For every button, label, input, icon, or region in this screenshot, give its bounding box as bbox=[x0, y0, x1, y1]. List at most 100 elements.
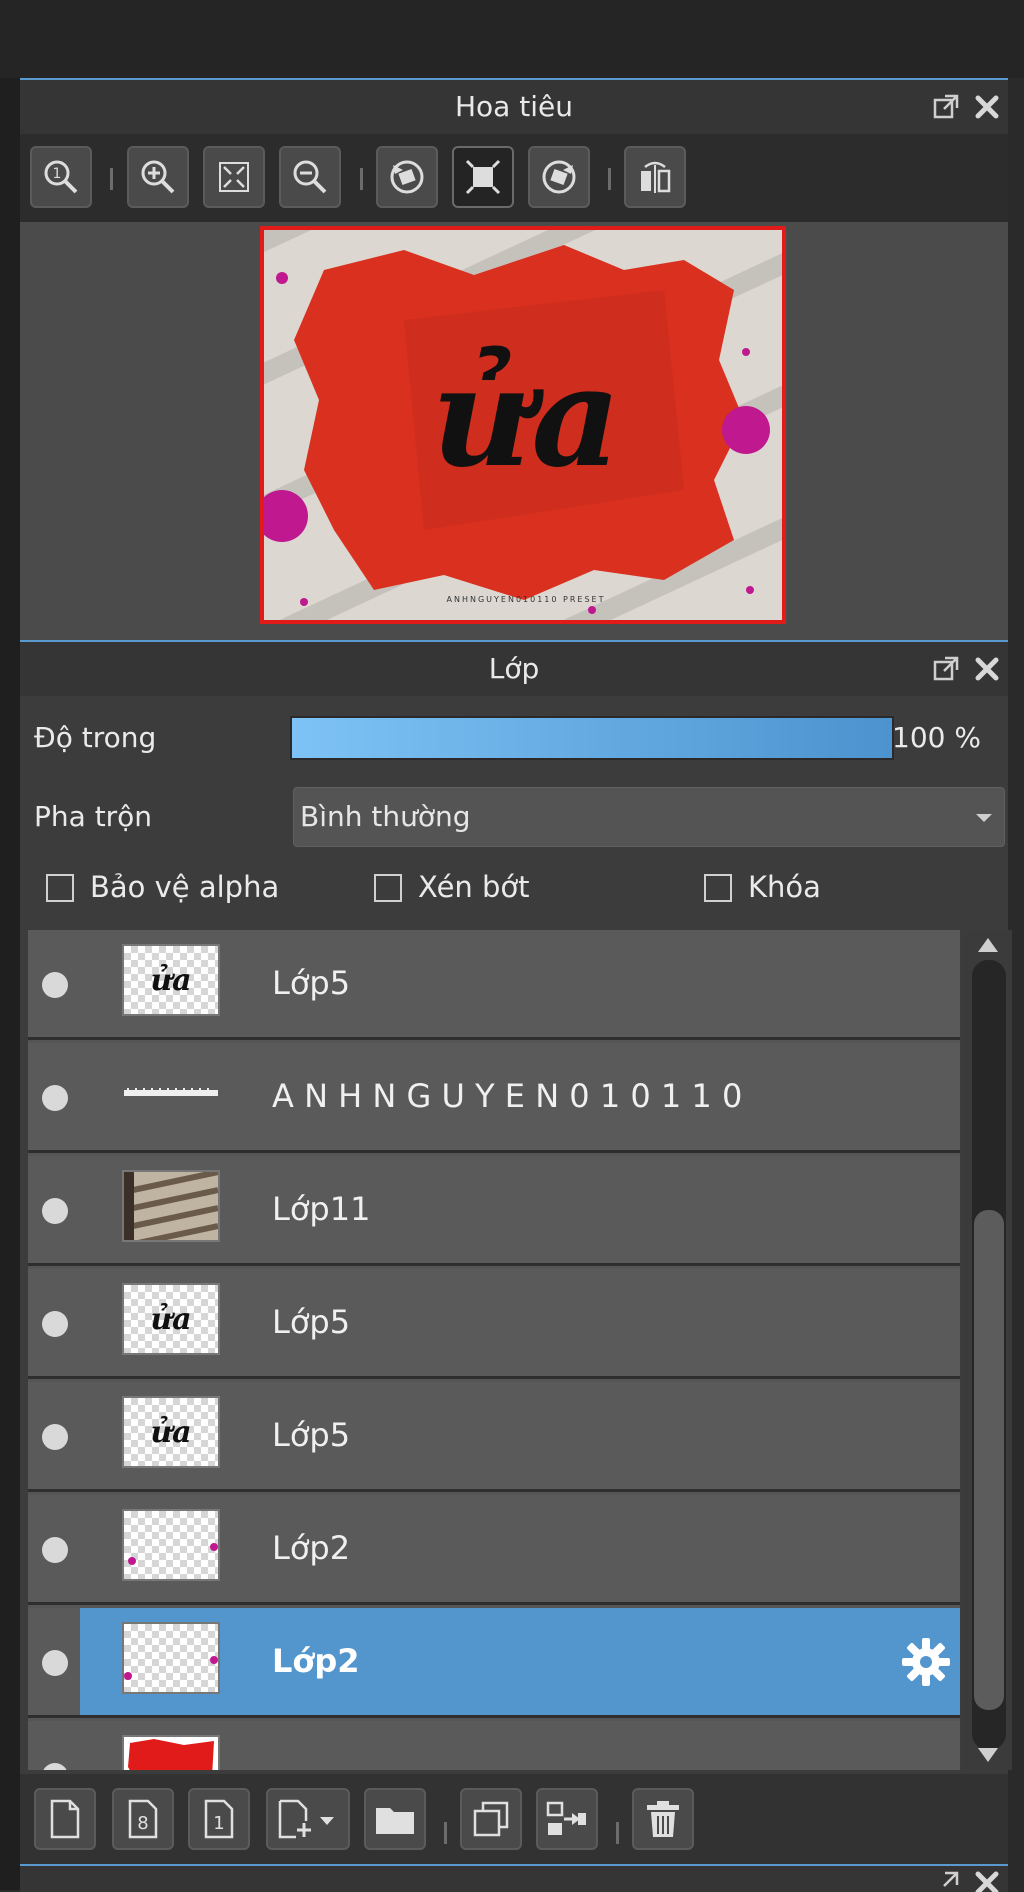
canvas-preview[interactable]: ửa ANHNGUYEN010110 PRESET bbox=[260, 226, 786, 624]
navigator-title-bar: Hoa tiêu bbox=[20, 80, 1008, 134]
close-icon[interactable] bbox=[974, 94, 1000, 120]
layer-row[interactable]: ửa Lớp5 bbox=[28, 1269, 960, 1379]
svg-text:ửa: ửa bbox=[150, 1415, 191, 1450]
layer-name: Lớp2 bbox=[272, 1642, 360, 1680]
new-layer-button[interactable] bbox=[34, 1788, 96, 1850]
gear-icon[interactable] bbox=[900, 1636, 952, 1688]
visibility-toggle[interactable] bbox=[42, 1311, 68, 1337]
layer-thumbnail bbox=[122, 1509, 220, 1581]
visibility-toggle[interactable] bbox=[42, 1424, 68, 1450]
delete-layer-button[interactable] bbox=[632, 1788, 694, 1850]
opacity-value: 100 % bbox=[892, 721, 981, 754]
visibility-toggle[interactable] bbox=[42, 1763, 68, 1770]
zoom-out-icon bbox=[293, 160, 327, 194]
visibility-toggle[interactable] bbox=[42, 1537, 68, 1563]
clip-checkbox[interactable] bbox=[374, 874, 402, 902]
svg-text:ửa: ửa bbox=[150, 963, 191, 998]
new-1bit-layer-button[interactable]: 1 bbox=[188, 1788, 250, 1850]
duplicate-icon bbox=[473, 1801, 509, 1837]
add-layer-dropdown-button[interactable] bbox=[266, 1788, 350, 1850]
layer-row[interactable]: ửa Lớp5 bbox=[28, 1382, 960, 1492]
layer-row[interactable] bbox=[28, 1721, 960, 1770]
blend-mode-select[interactable]: Bình thường bbox=[293, 787, 1005, 847]
fit-window-button[interactable] bbox=[452, 146, 514, 208]
layer-row-selected[interactable]: Lớp2 bbox=[28, 1608, 960, 1718]
layer-row[interactable]: ửa Lớp5 bbox=[28, 930, 960, 1040]
scroll-up-icon[interactable] bbox=[976, 936, 1000, 954]
layer-list: ửa Lớp5 A N H N G U Y E N 0 1 0 1 1 0 Lớ… bbox=[28, 930, 960, 1770]
navigator-preview-area: ửa ANHNGUYEN010110 PRESET bbox=[20, 222, 1008, 710]
duplicate-layer-button[interactable] bbox=[460, 1788, 522, 1850]
svg-text:ửa: ửa bbox=[150, 1302, 191, 1337]
popout-icon[interactable] bbox=[932, 93, 960, 121]
clip-label: Xén bớt bbox=[418, 870, 530, 904]
popout-icon[interactable] bbox=[932, 1870, 960, 1892]
layer-name: Lớp5 bbox=[272, 964, 351, 1002]
close-icon[interactable] bbox=[974, 656, 1000, 682]
visibility-toggle[interactable] bbox=[42, 972, 68, 998]
canvas-artwork: ửa ANHNGUYEN010110 PRESET bbox=[264, 230, 782, 620]
layer-actions-bar: 8 1 bbox=[20, 1774, 1008, 1866]
layer-thumbnail: ửa bbox=[122, 944, 220, 1016]
layers-title: Lớp bbox=[488, 652, 540, 685]
zoom-actual-button[interactable]: 1 bbox=[30, 146, 92, 208]
next-panel-partial bbox=[20, 1864, 1008, 1892]
zoom-actual-icon: 1 bbox=[44, 160, 78, 194]
protect-alpha-label: Bảo vệ alpha bbox=[90, 870, 280, 904]
rotate-right-button[interactable] bbox=[528, 146, 590, 208]
layer-thumbnail bbox=[122, 1735, 220, 1770]
fit-window-icon bbox=[465, 159, 501, 195]
opacity-slider[interactable] bbox=[290, 716, 894, 760]
new-8bit-layer-button[interactable]: 8 bbox=[112, 1788, 174, 1850]
scroll-thumb[interactable] bbox=[974, 1210, 1004, 1710]
zoom-out-button[interactable] bbox=[279, 146, 341, 208]
layer-name: Lớp5 bbox=[272, 1303, 351, 1341]
layer-list-scrollbar[interactable] bbox=[962, 930, 1012, 1770]
visibility-toggle[interactable] bbox=[42, 1085, 68, 1111]
layer-row[interactable]: A N H N G U Y E N 0 1 0 1 1 0 bbox=[28, 1043, 960, 1153]
layer-8bit-icon: 8 bbox=[128, 1799, 158, 1839]
layer-row[interactable]: Lớp2 bbox=[28, 1495, 960, 1605]
blend-label: Pha trộn bbox=[34, 800, 153, 833]
visibility-toggle[interactable] bbox=[42, 1198, 68, 1224]
rotate-left-button[interactable] bbox=[376, 146, 438, 208]
new-folder-button[interactable] bbox=[364, 1788, 426, 1850]
popout-icon[interactable] bbox=[932, 655, 960, 683]
rotate-left-icon bbox=[390, 160, 424, 194]
layer-thumbnail: ửa bbox=[122, 1283, 220, 1355]
add-layer-icon bbox=[278, 1799, 334, 1839]
layer-thumbnail bbox=[122, 1622, 220, 1694]
trash-icon bbox=[647, 1801, 679, 1837]
chevron-down-icon bbox=[976, 814, 992, 822]
merge-down-icon bbox=[546, 1801, 586, 1835]
lock-checkbox[interactable] bbox=[704, 874, 732, 902]
flip-horizontal-button[interactable] bbox=[624, 146, 686, 208]
layer-1bit-icon: 1 bbox=[204, 1799, 234, 1839]
protect-alpha-checkbox[interactable] bbox=[46, 874, 74, 902]
zoom-in-icon bbox=[141, 160, 175, 194]
layer-thumbnail: ửa bbox=[122, 1396, 220, 1468]
layer-row[interactable]: Lớp11 bbox=[28, 1156, 960, 1266]
svg-text:8: 8 bbox=[137, 1813, 148, 1834]
left-dock-strip bbox=[0, 78, 20, 1890]
scroll-down-icon[interactable] bbox=[976, 1746, 1000, 1764]
next-panel-title-bar bbox=[20, 1866, 1008, 1892]
merge-down-button[interactable] bbox=[536, 1788, 598, 1850]
rotate-right-icon bbox=[542, 160, 576, 194]
preview-text: ửa bbox=[431, 335, 621, 498]
close-icon[interactable] bbox=[974, 1870, 1000, 1892]
zoom-in-button[interactable] bbox=[127, 146, 189, 208]
fit-screen-button[interactable] bbox=[203, 146, 265, 208]
layer-name: Lớp5 bbox=[272, 1416, 351, 1454]
lock-label: Khóa bbox=[748, 870, 821, 904]
layer-name: Lớp2 bbox=[272, 1529, 351, 1567]
flip-horizontal-icon bbox=[641, 161, 671, 193]
opacity-label: Độ trong bbox=[34, 721, 157, 754]
layer-name: A N H N G U Y E N 0 1 0 1 1 0 bbox=[272, 1077, 743, 1115]
new-page-icon bbox=[50, 1799, 80, 1839]
visibility-toggle[interactable] bbox=[42, 1650, 68, 1676]
svg-text:1: 1 bbox=[53, 166, 62, 182]
top-bar bbox=[0, 0, 1024, 78]
navigator-title: Hoa tiêu bbox=[455, 90, 573, 123]
fit-screen-icon bbox=[219, 162, 249, 192]
